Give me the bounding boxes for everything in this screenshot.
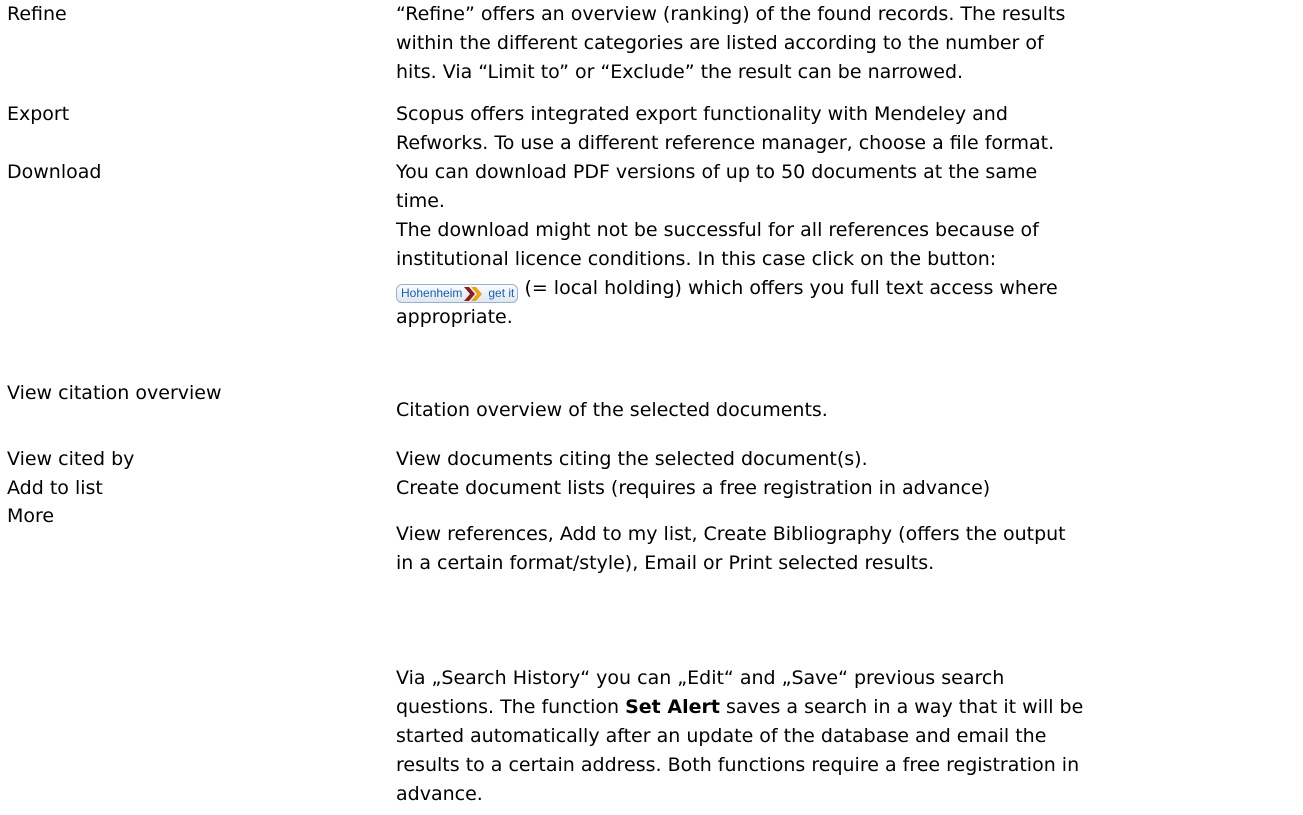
desc-add-to-list: Create document lists (requires a free r… <box>396 474 1296 503</box>
text-after-badge: (= local holding) which offers you full … <box>524 277 1058 299</box>
text-line: appropriate. <box>396 306 513 328</box>
label-refine: Refine <box>7 3 67 25</box>
desc-more: View references, Add to my list, Create … <box>396 520 1296 578</box>
text-line: View references, Add to my list, Create … <box>396 523 1066 545</box>
text-line: Via „Search History“ you can „Edit“ and … <box>396 667 1005 689</box>
text-line: The download might not be successful for… <box>396 219 1039 241</box>
text-line: Citation overview of the selected docume… <box>396 399 828 421</box>
text-line: Create document lists (requires a free r… <box>396 477 991 499</box>
text-line: Refworks. To use a different reference m… <box>396 132 1055 154</box>
double-arrow-icon <box>464 286 486 301</box>
text-line: You can download PDF versions of up to 5… <box>396 161 1038 183</box>
desc-view-citation-overview: Citation overview of the selected docume… <box>396 396 1296 425</box>
label-add-to-list: Add to list <box>7 477 103 499</box>
desc-view-cited-by: View documents citing the selected docum… <box>396 445 1296 474</box>
label-view-citation-overview: View citation overview <box>7 382 222 404</box>
desc-search-history: Via „Search History“ you can „Edit“ and … <box>396 664 1296 809</box>
text-line: “Refine” offers an overview (ranking) of… <box>396 3 1066 25</box>
text-line: advance. <box>396 783 483 805</box>
text-line: Hohenheim get it (= local holding) which… <box>396 274 1296 303</box>
badge-left-label: Hohenheim <box>401 286 463 300</box>
text-line: hits. Via “Limit to” or “Exclude” the re… <box>396 61 964 83</box>
desc-refine: “Refine” offers an overview (ranking) of… <box>396 0 1296 87</box>
hohenheim-getit-button[interactable]: Hohenheim get it <box>396 284 519 303</box>
label-export: Export <box>7 103 70 125</box>
text-line: Scopus offers integrated export function… <box>396 103 1008 125</box>
text-line: in a certain format/style), Email or Pri… <box>396 552 935 574</box>
set-alert-term: Set Alert <box>625 696 720 718</box>
text-line: time. <box>396 190 445 212</box>
desc-export: Scopus offers integrated export function… <box>396 100 1296 158</box>
label-download: Download <box>7 161 102 183</box>
text-segment: questions. The function <box>396 696 626 718</box>
label-view-cited-by: View cited by <box>7 448 135 470</box>
label-more: More <box>7 505 55 527</box>
badge-right-label: get it <box>488 286 515 300</box>
desc-download: You can download PDF versions of up to 5… <box>396 158 1296 332</box>
text-line: started automatically after an update of… <box>396 725 1047 747</box>
text-line: within the different categories are list… <box>396 32 1044 54</box>
text-line: View documents citing the selected docum… <box>396 448 868 470</box>
text-line: results to a certain address. Both funct… <box>396 754 1080 776</box>
text-line: institutional licence conditions. In thi… <box>396 248 997 270</box>
text-segment: saves a search in a way that it will be <box>719 696 1084 718</box>
text-line: questions. The function Set Alert saves … <box>396 693 1296 722</box>
